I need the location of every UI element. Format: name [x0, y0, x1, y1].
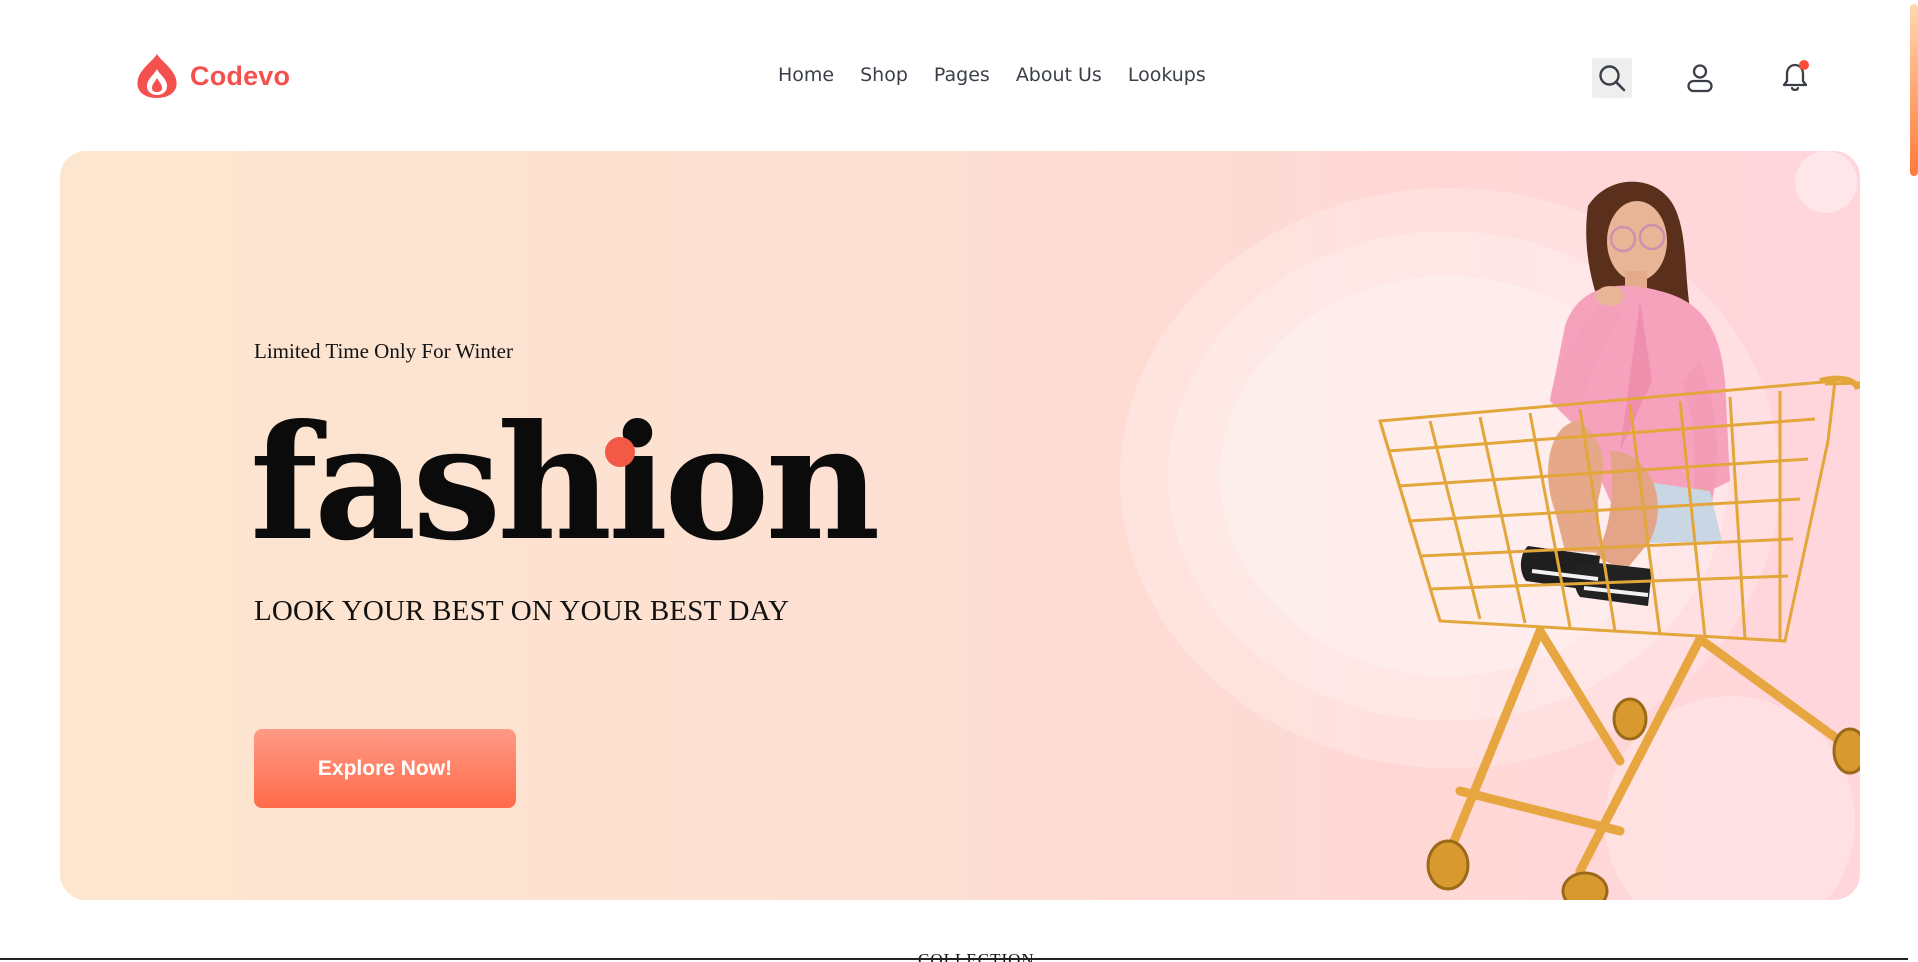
hero-tagline: Limited Time Only For Winter — [254, 339, 513, 363]
header-actions — [1592, 58, 1812, 98]
woman-in-shopping-cart-image — [1378, 181, 1860, 900]
account-button[interactable] — [1680, 58, 1720, 98]
nav-link-about-us[interactable]: About Us — [1016, 64, 1102, 86]
hero-headline: fashion — [250, 391, 880, 576]
brand-logo[interactable]: Codevo — [134, 52, 290, 100]
nav-link-home[interactable]: Home — [778, 64, 834, 86]
section-divider — [0, 958, 1918, 960]
main-nav: Home Shop Pages About Us Lookups — [778, 64, 1206, 86]
notification-dot — [1799, 60, 1809, 70]
scrollbar-thumb[interactable] — [1910, 4, 1918, 176]
nav-link-lookups[interactable]: Lookups — [1128, 64, 1206, 86]
explore-now-button[interactable]: Explore Now! — [254, 729, 516, 808]
nav-link-pages[interactable]: Pages — [934, 64, 990, 86]
page-scrollbar[interactable] — [1908, 0, 1918, 962]
collection-section-label: COLLECTION — [918, 950, 1035, 962]
hero-subtitle: LOOK YOUR BEST ON YOUR BEST DAY — [254, 595, 790, 627]
notifications-button[interactable] — [1775, 58, 1815, 98]
hero-banner: Limited Time Only For Winter fashion LOO… — [60, 151, 1860, 900]
nav-link-shop[interactable]: Shop — [860, 64, 908, 86]
user-icon — [1687, 64, 1713, 93]
search-button[interactable] — [1592, 58, 1632, 98]
site-header: Codevo Home Shop Pages About Us Lookups — [0, 0, 1918, 152]
headline-accent-dot — [605, 437, 635, 467]
flame-logo-icon — [137, 54, 177, 98]
search-icon — [1599, 65, 1626, 92]
brand-name: Codevo — [190, 60, 291, 91]
